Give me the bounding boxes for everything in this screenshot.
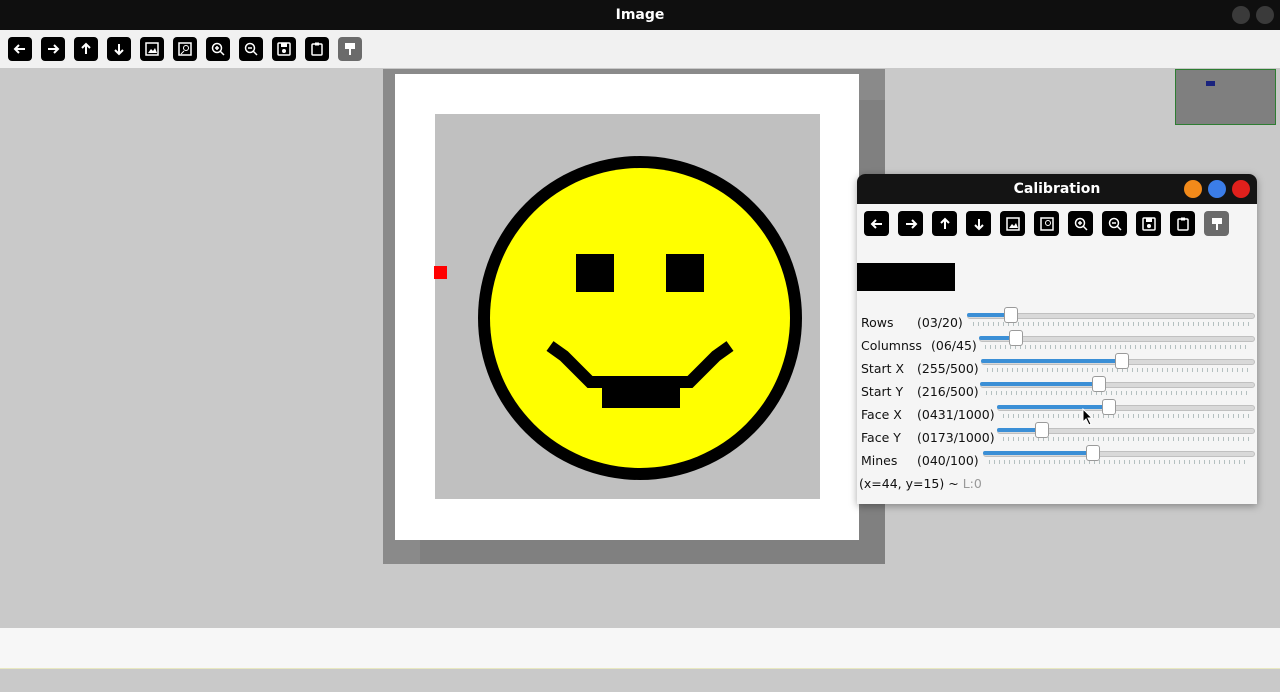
minimap-viewport xyxy=(1206,81,1215,86)
dialog-toolbar xyxy=(857,204,1257,241)
row-label: Face Y xyxy=(861,429,901,445)
image-search-icon[interactable] xyxy=(173,37,197,61)
arrow-left-icon[interactable] xyxy=(8,37,32,61)
slider-fill xyxy=(981,359,1121,363)
slider-thumb[interactable] xyxy=(1034,422,1049,438)
row-label: Rows xyxy=(861,314,894,330)
slider[interactable] xyxy=(981,353,1255,373)
image-search-icon[interactable] xyxy=(1034,211,1059,236)
dialog-title: Calibration xyxy=(1013,181,1101,197)
marker-square xyxy=(434,266,447,279)
calibration-row: Columnss (06/45) xyxy=(861,335,977,355)
arrow-left-icon[interactable] xyxy=(864,211,889,236)
smiley-face[interactable] xyxy=(472,150,810,488)
image-icon[interactable] xyxy=(140,37,164,61)
row-label: Columnss xyxy=(861,337,922,353)
slider[interactable] xyxy=(983,445,1255,465)
row-value: (040/100) xyxy=(917,452,979,468)
calibration-row: Start X (255/500) xyxy=(861,358,979,378)
slider-ticks xyxy=(1003,414,1249,418)
slider-thumb[interactable] xyxy=(1004,307,1019,323)
slider-thumb[interactable] xyxy=(1101,399,1116,415)
window-titlebar: Image xyxy=(0,0,1280,30)
arrow-down-icon[interactable] xyxy=(107,37,131,61)
arrow-right-icon[interactable] xyxy=(41,37,65,61)
clipboard-icon[interactable] xyxy=(305,37,329,61)
slider-ticks xyxy=(989,460,1249,464)
coordinate-text: (x=44, y=15) ~ xyxy=(859,476,959,491)
left-eye xyxy=(576,254,614,292)
row-value: (216/500) xyxy=(917,383,979,399)
arrow-up-icon[interactable] xyxy=(932,211,957,236)
minimap[interactable] xyxy=(1175,69,1276,125)
row-label: Start X xyxy=(861,360,905,376)
slider[interactable] xyxy=(997,422,1255,442)
main-toolbar xyxy=(0,30,1280,68)
zoom-in-icon[interactable] xyxy=(1068,211,1093,236)
slider[interactable] xyxy=(980,376,1255,396)
row-value: (0431/1000) xyxy=(917,406,995,422)
slider-fill xyxy=(983,451,1092,455)
close-button[interactable] xyxy=(1256,6,1274,24)
slider-thumb[interactable] xyxy=(1085,445,1100,461)
row-label: Start Y xyxy=(861,383,904,399)
calibration-dialog: Calibration (x=44, y=15) ~ L:0 Rows (03/2… xyxy=(857,174,1257,504)
slider-ticks xyxy=(985,345,1249,349)
slider-fill xyxy=(980,382,1099,386)
arrow-down-icon[interactable] xyxy=(966,211,991,236)
minimize-button[interactable] xyxy=(1232,6,1250,24)
calibration-row: Start Y (216/500) xyxy=(861,381,979,401)
right-eye xyxy=(666,254,704,292)
slider-thumb[interactable] xyxy=(1092,376,1107,392)
calibration-row: Face X (0431/1000) xyxy=(861,404,995,424)
calibration-row: Mines (040/100) xyxy=(861,450,979,470)
row-label: Face X xyxy=(861,406,902,422)
row-value: (255/500) xyxy=(917,360,979,376)
image-icon[interactable] xyxy=(1000,211,1025,236)
row-value: (03/20) xyxy=(917,314,963,330)
calibration-row: Rows (03/20) xyxy=(861,312,963,332)
slider[interactable] xyxy=(997,399,1255,419)
mouse-pointer-icon xyxy=(1082,408,1094,426)
save-icon[interactable] xyxy=(272,37,296,61)
paint-icon[interactable] xyxy=(338,37,362,61)
save-icon[interactable] xyxy=(1136,211,1161,236)
level-text: L:0 xyxy=(962,476,982,491)
row-value: (06/45) xyxy=(931,337,977,353)
row-label: Mines xyxy=(861,452,898,468)
dialog-titlebar: Calibration xyxy=(857,174,1257,204)
status-bar xyxy=(0,628,1280,669)
coordinate-readout: (x=44, y=15) ~ L:0 xyxy=(859,476,982,491)
close-dot[interactable] xyxy=(1232,180,1250,198)
preview-swatch xyxy=(857,263,955,291)
row-value: (0173/1000) xyxy=(917,429,995,445)
slider[interactable] xyxy=(979,330,1255,350)
minimize-dot[interactable] xyxy=(1184,180,1202,198)
paint-icon[interactable] xyxy=(1204,211,1229,236)
window-title: Image xyxy=(615,7,665,23)
arrow-right-icon[interactable] xyxy=(898,211,923,236)
slider-ticks xyxy=(986,391,1249,395)
clipboard-icon[interactable] xyxy=(1170,211,1195,236)
slider-thumb[interactable] xyxy=(1008,330,1023,346)
zoom-in-icon[interactable] xyxy=(206,37,230,61)
slider-thumb[interactable] xyxy=(1114,353,1129,369)
zoom-out-icon[interactable] xyxy=(1102,211,1127,236)
calibration-row: Face Y (0173/1000) xyxy=(861,427,995,447)
zoom-out-icon[interactable] xyxy=(239,37,263,61)
slider[interactable] xyxy=(967,307,1255,327)
maximize-dot[interactable] xyxy=(1208,180,1226,198)
arrow-up-icon[interactable] xyxy=(74,37,98,61)
